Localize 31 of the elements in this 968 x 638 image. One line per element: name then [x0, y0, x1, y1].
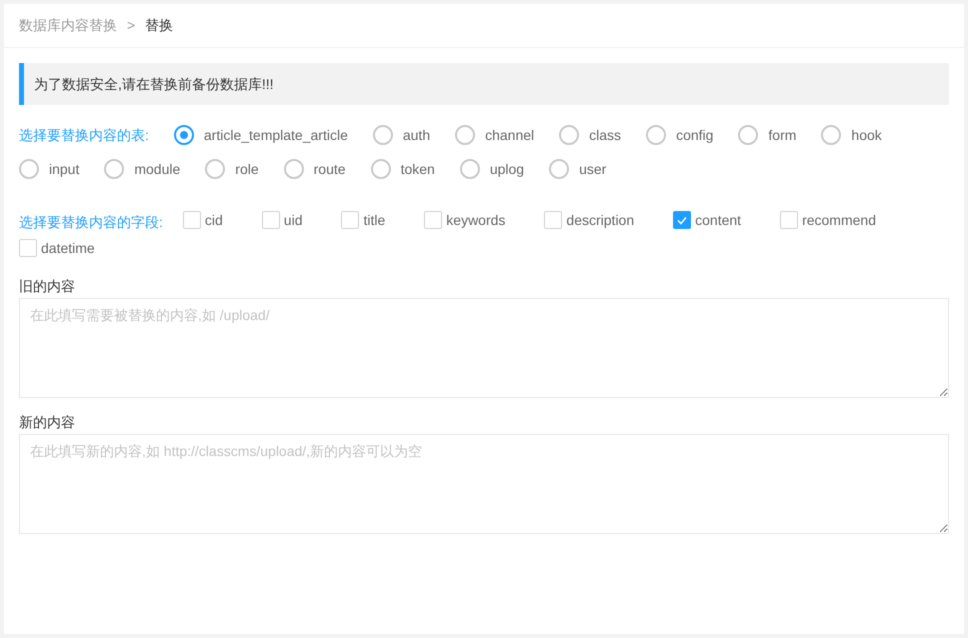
- text-area[interactable]: 在此填写需要被替换的内容,如 /upload/: [19, 298, 949, 398]
- breadcrumb-item: 替换: [145, 16, 174, 35]
- checkbox-option[interactable]: recommend: [780, 206, 876, 234]
- radio-option[interactable]: route: [284, 152, 346, 186]
- field-label: 旧的内容: [19, 277, 76, 296]
- checkbox-option[interactable]: keywords: [424, 206, 506, 234]
- field-label: 选择要替换内容的表:: [19, 126, 149, 145]
- checkbox-option[interactable]: description: [544, 206, 634, 234]
- radio-option[interactable]: config: [646, 118, 714, 152]
- radio-option[interactable]: channel: [455, 118, 534, 152]
- field-label: 选择要替换内容的字段:: [19, 213, 163, 232]
- radio-option[interactable]: class: [559, 118, 622, 152]
- radio-option[interactable]: role: [205, 152, 259, 186]
- breadcrumb-separator: >: [127, 16, 136, 35]
- radio-option[interactable]: token: [370, 152, 435, 186]
- radio-option[interactable]: auth: [372, 118, 430, 152]
- radio-option[interactable]: uplog: [460, 152, 524, 186]
- checkbox-option[interactable]: datetime: [19, 234, 95, 262]
- checkbox-option[interactable]: title: [341, 206, 386, 234]
- checkbox-option[interactable]: content: [673, 206, 742, 234]
- text-area[interactable]: 在此填写新的内容,如 http://classcms/upload/,新的内容可以为空: [19, 434, 949, 534]
- radio-option[interactable]: hook: [821, 118, 882, 152]
- radio-option[interactable]: input: [19, 152, 80, 186]
- radio-option[interactable]: form: [738, 118, 796, 152]
- checkbox-option[interactable]: uid: [262, 206, 302, 234]
- radio-option[interactable]: module: [104, 152, 180, 186]
- radio-option[interactable]: article_template_article: [174, 118, 348, 152]
- field-label: 新的内容: [19, 413, 76, 432]
- radio-option[interactable]: user: [549, 152, 606, 186]
- checkbox-option[interactable]: cid: [182, 206, 223, 234]
- notice-banner: 为了数据安全,请在替换前备份数据库!!!: [19, 63, 949, 105]
